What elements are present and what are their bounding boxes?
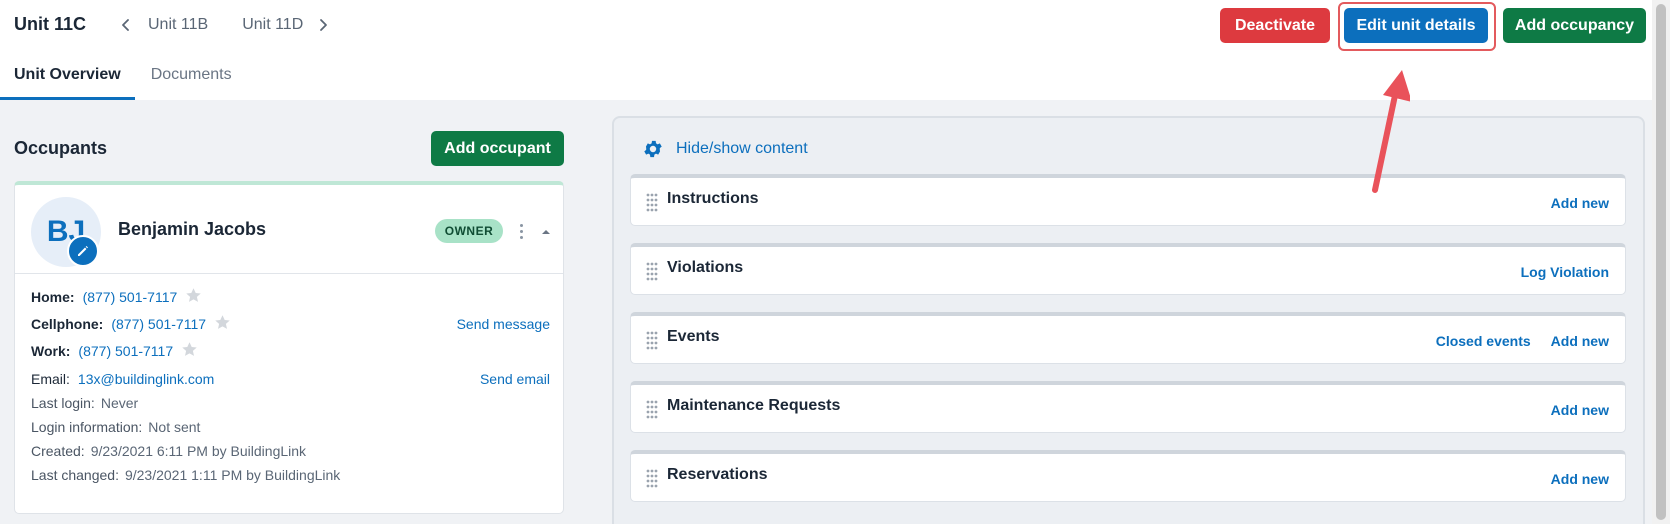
- add-occupant-button[interactable]: Add occupant: [431, 131, 564, 166]
- last-changed-value: 9/23/2021 1:11 PM by BuildingLink: [124, 467, 341, 483]
- widget-actions: Add new: [1551, 195, 1609, 211]
- last-changed-label: Last changed:: [31, 467, 119, 483]
- chevron-up-icon[interactable]: [539, 225, 553, 239]
- chevron-left-icon[interactable]: [118, 17, 134, 33]
- drag-handle-icon[interactable]: [645, 261, 659, 281]
- widget-actions: Closed events Add new: [1436, 333, 1609, 349]
- tab-unit-overview[interactable]: Unit Overview: [0, 58, 135, 100]
- widget-title: Violations: [667, 259, 744, 276]
- drag-handle-icon[interactable]: [645, 192, 659, 212]
- home-phone-link[interactable]: (877) 501-7117: [83, 289, 178, 305]
- created-label: Created:: [31, 443, 85, 459]
- widget-title: Instructions: [667, 190, 759, 207]
- occupant-name: Benjamin Jacobs: [118, 219, 267, 239]
- chevron-right-icon[interactable]: [315, 17, 331, 33]
- widget-title: Reservations: [667, 466, 768, 483]
- next-unit-link[interactable]: Unit 11D: [242, 16, 303, 34]
- home-phone-row: Home: (877) 501-7117: [31, 287, 202, 305]
- pencil-icon[interactable]: [67, 235, 99, 267]
- email-row: Email: 13x@buildinglink.com: [31, 371, 214, 387]
- widget-events: Events Closed events Add new: [630, 312, 1626, 364]
- prev-unit-link[interactable]: Unit 11B: [148, 16, 208, 34]
- created-value: 9/23/2021 6:11 PM by BuildingLink: [90, 443, 307, 459]
- kebab-menu-icon[interactable]: [515, 220, 527, 242]
- login-info-label: Login information:: [31, 419, 143, 435]
- star-icon[interactable]: [181, 341, 198, 358]
- vertical-scrollbar[interactable]: [1652, 0, 1670, 524]
- send-message-link[interactable]: Send message: [385, 316, 550, 332]
- drag-handle-icon[interactable]: [645, 399, 659, 419]
- home-label: Home:: [31, 289, 75, 305]
- hide-show-label: Hide/show content: [676, 140, 808, 157]
- add-occupancy-button[interactable]: Add occupancy: [1503, 8, 1646, 43]
- occupants-title: Occupants: [14, 138, 108, 158]
- add-new-link[interactable]: Add new: [1551, 195, 1609, 211]
- log-violation-link[interactable]: Log Violation: [1521, 264, 1609, 280]
- hide-show-content-button[interactable]: Hide/show content: [642, 138, 808, 160]
- widget-reservations: Reservations Add new: [630, 450, 1626, 502]
- cell-phone-link[interactable]: (877) 501-7117: [111, 316, 206, 332]
- star-icon[interactable]: [214, 314, 231, 331]
- page-title: Unit 11C: [14, 14, 87, 34]
- work-label: Work:: [31, 343, 71, 359]
- last-changed-row: Last changed: 9/23/2021 1:11 PM by Buildi…: [31, 467, 340, 483]
- occupant-card-header: BJ Benjamin Jacobs OWNER: [15, 185, 563, 274]
- cell-phone-row: Cellphone: (877) 501-7117: [31, 314, 231, 332]
- widget-violations: Violations Log Violation: [630, 243, 1626, 295]
- drag-handle-icon[interactable]: [645, 468, 659, 488]
- widget-instructions: Instructions Add new: [630, 174, 1626, 226]
- scrollbar-thumb[interactable]: [1656, 4, 1666, 520]
- widget-actions: Add new: [1551, 471, 1609, 487]
- last-login-row: Last login: Never: [31, 395, 138, 411]
- content-panel: Hide/show content Instructions Add new V…: [612, 116, 1645, 524]
- unit-header: Unit 11C Unit 11B Unit 11D Deactivate Ed…: [0, 0, 1670, 100]
- work-phone-link[interactable]: (877) 501-7117: [78, 343, 173, 359]
- last-login-label: Last login:: [31, 395, 95, 411]
- drag-handle-icon[interactable]: [645, 330, 659, 350]
- created-row: Created: 9/23/2021 6:11 PM by BuildingLin…: [31, 443, 306, 459]
- add-new-link[interactable]: Add new: [1551, 471, 1609, 487]
- cellphone-label: Cellphone:: [31, 316, 104, 332]
- status-badge: OWNER: [435, 219, 503, 243]
- widget-title: Events: [667, 328, 720, 345]
- star-icon[interactable]: [185, 287, 202, 304]
- add-new-link[interactable]: Add new: [1551, 333, 1609, 349]
- widget-title: Maintenance Requests: [667, 397, 841, 414]
- widget-actions: Log Violation: [1521, 264, 1609, 280]
- gear-icon: [642, 138, 664, 160]
- tab-bar: Unit Overview Documents: [0, 58, 246, 100]
- occupant-card: BJ Benjamin Jacobs OWNER Home: (877) 501-…: [14, 181, 564, 514]
- send-email-link[interactable]: Send email: [385, 371, 550, 387]
- work-phone-row: Work: (877) 501-7117: [31, 341, 198, 359]
- last-login-value: Never: [100, 395, 139, 411]
- login-info-row: Login information: Not sent: [31, 419, 200, 435]
- add-new-link[interactable]: Add new: [1551, 402, 1609, 418]
- edit-unit-details-button[interactable]: Edit unit details: [1344, 8, 1488, 43]
- closed-events-link[interactable]: Closed events: [1436, 333, 1531, 349]
- email-link[interactable]: 13x@buildinglink.com: [78, 371, 214, 387]
- email-label: Email:: [31, 371, 70, 387]
- login-info-value: Not sent: [148, 419, 201, 435]
- widget-maintenance-requests: Maintenance Requests Add new: [630, 381, 1626, 433]
- tab-documents[interactable]: Documents: [137, 58, 246, 100]
- widget-actions: Add new: [1551, 402, 1609, 418]
- unit-navigation: Unit 11B Unit 11D: [118, 14, 331, 36]
- deactivate-button[interactable]: Deactivate: [1220, 8, 1330, 43]
